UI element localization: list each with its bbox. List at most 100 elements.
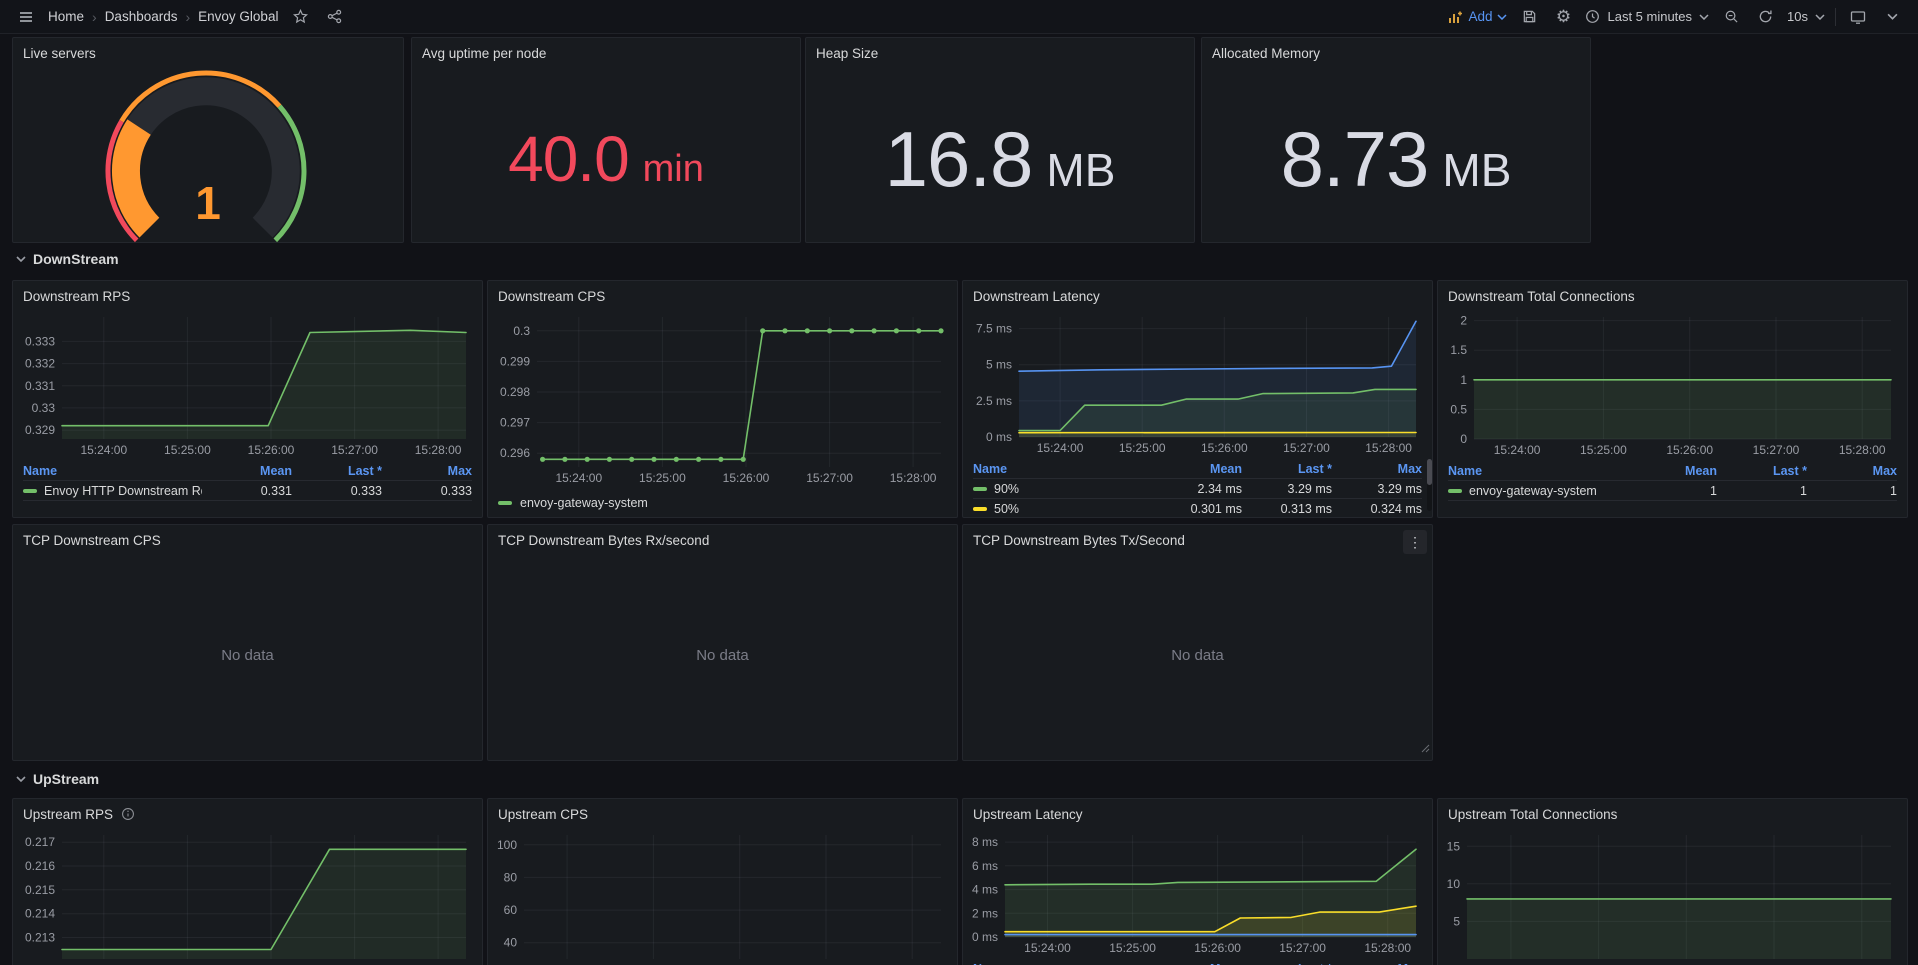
upstream-section-toggle[interactable]: UpStream — [16, 771, 99, 787]
panel-title[interactable]: Upstream Total Connections — [1438, 799, 1907, 827]
panel-downstream-rps: Downstream RPS 15:24:0015:25:0015:26:001… — [12, 280, 483, 518]
downstream-rps-chart[interactable]: 15:24:0015:25:0015:26:0015:27:0015:28:00… — [17, 309, 478, 459]
panel-downstream-total-connections: Downstream Total Connections 15:24:0015:… — [1437, 280, 1908, 518]
panel-title[interactable]: Heap Size — [806, 38, 1194, 66]
panel-title[interactable]: Live servers — [13, 38, 403, 66]
save-dashboard-button[interactable] — [1517, 5, 1541, 29]
monitor-icon — [1850, 9, 1866, 25]
panel-title[interactable]: Downstream RPS — [13, 281, 482, 309]
chevron-down-icon — [1699, 14, 1709, 20]
upstream-total-connections-chart[interactable]: 15:24:0015:25:0015:26:0015:27:0015:28:00… — [1442, 827, 1903, 965]
svg-text:1.5: 1.5 — [1450, 343, 1467, 357]
gear-icon: ⚙ — [1556, 8, 1571, 25]
legend-table: NameMeanLast *Max90%2.34 ms3.29 ms3.29 m… — [963, 457, 1432, 516]
gauge-value: 1 — [13, 176, 403, 230]
panel-title[interactable]: Avg uptime per node — [412, 38, 800, 66]
panel-downstream-latency: Downstream Latency 15:24:0015:25:0015:26… — [962, 280, 1433, 518]
menu-icon[interactable] — [14, 5, 38, 29]
refresh-button[interactable] — [1753, 5, 1777, 29]
panel-menu-button[interactable]: ⋮ — [1403, 530, 1427, 554]
chevron-down-icon[interactable] — [1880, 5, 1904, 29]
dashboard-settings-button[interactable]: ⚙ — [1551, 5, 1575, 29]
panel-allocated-memory: Allocated Memory 8.73 MB — [1201, 37, 1591, 243]
refresh-interval-dropdown[interactable]: 10s — [1787, 9, 1825, 24]
legend-scrollbar[interactable] — [1427, 459, 1432, 511]
no-data-message: No data — [488, 551, 957, 760]
refresh-interval-label: 10s — [1787, 9, 1808, 24]
time-range-picker[interactable]: Last 5 minutes — [1585, 9, 1709, 24]
downstream-latency-chart[interactable]: 15:24:0015:25:0015:26:0015:27:0015:28:00… — [967, 309, 1428, 457]
downstream-total-connections-chart[interactable]: 15:24:0015:25:0015:26:0015:27:0015:28:00… — [1442, 309, 1903, 459]
svg-text:0.3: 0.3 — [513, 324, 530, 338]
svg-text:8 ms: 8 ms — [972, 835, 998, 849]
svg-text:15:26:00: 15:26:00 — [1666, 443, 1713, 457]
svg-text:0.213: 0.213 — [25, 931, 55, 945]
no-data-message: No data — [13, 551, 482, 760]
chevron-down-icon — [1497, 14, 1507, 20]
share-icon[interactable] — [322, 5, 346, 29]
svg-text:0: 0 — [1460, 432, 1467, 446]
svg-text:15:25:00: 15:25:00 — [1580, 443, 1627, 457]
svg-text:15:26:00: 15:26:00 — [723, 471, 770, 485]
panel-title[interactable]: TCP Downstream Bytes Rx/second — [488, 525, 957, 553]
breadcrumb-dashboards[interactable]: Dashboards — [105, 9, 178, 24]
live-servers-gauge: 1 — [13, 66, 403, 246]
panel-title[interactable]: TCP Downstream CPS — [13, 525, 482, 553]
svg-text:15:26:00: 15:26:00 — [1194, 941, 1241, 955]
downstream-cps-chart[interactable]: 15:24:0015:25:0015:26:0015:27:0015:28:00… — [492, 309, 953, 487]
star-icon[interactable] — [288, 5, 312, 29]
chevron-down-icon — [16, 256, 26, 262]
chevron-right-icon: › — [84, 9, 105, 25]
svg-text:15:24:00: 15:24:00 — [555, 471, 602, 485]
panel-title[interactable]: TCP Downstream Bytes Tx/Second — [963, 525, 1432, 553]
legend-item[interactable]: Envoy HTTP Downstream Rq total0.3310.333… — [23, 480, 472, 501]
resize-handle[interactable] — [1419, 740, 1430, 758]
panel-title[interactable]: Allocated Memory — [1202, 38, 1590, 66]
panel-title[interactable]: Upstream Latency — [963, 799, 1432, 827]
panel-downstream-cps: Downstream CPS 15:24:0015:25:0015:26:001… — [487, 280, 958, 518]
downstream-section-toggle[interactable]: DownStream — [16, 251, 119, 267]
svg-text:0.214: 0.214 — [25, 907, 55, 921]
legend-table: NameMeanLast *Max — [963, 957, 1432, 965]
panel-title[interactable]: Downstream Latency — [963, 281, 1432, 309]
panel-upstream-total-connections: Upstream Total Connections 15:24:0015:25… — [1437, 798, 1908, 965]
svg-text:15: 15 — [1447, 839, 1461, 853]
panel-title[interactable]: Downstream CPS — [488, 281, 957, 309]
svg-text:15:28:00: 15:28:00 — [890, 471, 937, 485]
panel-avg-uptime: Avg uptime per node 40.0 min — [411, 37, 801, 243]
upstream-latency-chart[interactable]: 15:24:0015:25:0015:26:0015:27:0015:28:00… — [967, 827, 1428, 957]
cycle-view-button[interactable] — [1846, 5, 1870, 29]
svg-text:0.216: 0.216 — [25, 859, 55, 873]
upstream-rps-chart[interactable]: 15:24:0015:25:0015:26:0015:27:0015:28:00… — [17, 827, 478, 965]
breadcrumb-home[interactable]: Home — [48, 9, 84, 24]
panel-title[interactable]: Upstream CPS — [488, 799, 957, 827]
svg-text:0.299: 0.299 — [500, 354, 530, 368]
svg-text:15:27:00: 15:27:00 — [1279, 941, 1326, 955]
svg-text:0.332: 0.332 — [25, 357, 55, 371]
svg-text:2 ms: 2 ms — [972, 906, 998, 920]
svg-text:6 ms: 6 ms — [972, 859, 998, 873]
legend-item[interactable]: envoy-gateway-system — [498, 489, 947, 510]
legend-item[interactable]: 90%2.34 ms3.29 ms3.29 ms — [973, 478, 1422, 499]
svg-text:15:28:00: 15:28:00 — [1364, 941, 1411, 955]
svg-text:0.329: 0.329 — [25, 423, 55, 437]
panel-title[interactable]: Downstream Total Connections — [1438, 281, 1907, 309]
zoom-out-button[interactable] — [1719, 5, 1743, 29]
save-icon — [1522, 9, 1537, 24]
svg-text:40: 40 — [504, 936, 518, 950]
legend-item[interactable]: envoy-gateway-system111 — [1448, 480, 1897, 501]
legend-inline: envoy-gateway-system — [488, 487, 957, 510]
svg-text:0 ms: 0 ms — [986, 430, 1012, 444]
svg-text:0.217: 0.217 — [25, 835, 55, 849]
add-button[interactable]: Add — [1447, 9, 1507, 25]
info-icon[interactable] — [121, 807, 135, 821]
panel-title[interactable]: Upstream RPS — [13, 799, 482, 827]
chevron-down-icon — [16, 776, 26, 782]
chevron-right-icon: › — [177, 9, 198, 25]
upstream-cps-chart[interactable]: 15:24:0015:25:0015:26:0015:27:0015:28:00… — [492, 827, 953, 965]
svg-text:15:27:00: 15:27:00 — [331, 443, 378, 457]
legend-item[interactable]: 50%0.301 ms0.313 ms0.324 ms — [973, 499, 1422, 516]
time-range-label: Last 5 minutes — [1607, 9, 1692, 24]
svg-text:1: 1 — [1460, 373, 1467, 387]
svg-text:7.5 ms: 7.5 ms — [976, 322, 1012, 336]
